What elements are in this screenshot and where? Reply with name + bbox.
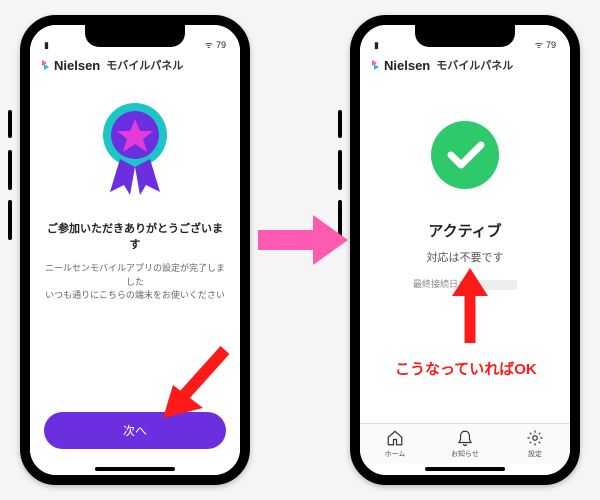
- status-left: ▮: [44, 40, 49, 51]
- status-left: ▮: [374, 40, 379, 51]
- phone-side-button: [8, 200, 12, 240]
- annotation-arrow-icon: [155, 340, 245, 430]
- bell-icon: [456, 429, 474, 447]
- award-badge-icon: [90, 97, 180, 202]
- phone-side-button: [8, 150, 12, 190]
- active-subtitle: 対応は不要です: [427, 249, 504, 265]
- phone-notch: [415, 25, 515, 47]
- tab-label: 設定: [528, 449, 542, 459]
- brand-logo-icon: [40, 59, 52, 71]
- app-title: モバイルパネル: [436, 57, 513, 73]
- tab-label: ホーム: [385, 449, 406, 459]
- home-icon: [386, 429, 404, 447]
- brand-logo-icon: [370, 59, 382, 71]
- thanks-heading: ご参加いただきありがとうございます: [44, 220, 226, 252]
- home-indicator: [30, 463, 240, 475]
- brand-logo: Nielsen: [40, 58, 100, 73]
- phone-side-button: [8, 110, 12, 138]
- gear-icon: [526, 429, 544, 447]
- app-header: Nielsen モバイルパネル: [360, 53, 570, 79]
- checkmark-icon: [429, 119, 501, 196]
- tab-bar: ホーム お知らせ 設定: [360, 423, 570, 463]
- annotation-text: こうなっていればOK: [395, 358, 537, 379]
- brand-name: Nielsen: [54, 58, 100, 73]
- brand-name: Nielsen: [384, 58, 430, 73]
- tab-label: お知らせ: [451, 449, 479, 459]
- brand-logo: Nielsen: [370, 58, 430, 73]
- transition-arrow-icon: [258, 210, 348, 270]
- wifi-icon: ᯤ: [535, 38, 543, 51]
- tab-home[interactable]: ホーム: [360, 424, 430, 463]
- annotation-arrow-icon: [440, 268, 500, 348]
- status-right: ᯤ 79: [205, 38, 226, 51]
- active-heading: アクティブ: [428, 220, 501, 241]
- battery-pct: 79: [546, 40, 556, 50]
- thanks-description: ニールセンモバイルアプリの設定が完了しました いつも通りにこちらの端末をお使いく…: [44, 262, 226, 303]
- status-right: ᯤ 79: [535, 38, 556, 51]
- home-indicator: [360, 463, 570, 475]
- wifi-icon: ᯤ: [205, 38, 213, 51]
- app-header: Nielsen モバイルパネル: [30, 53, 240, 79]
- phone-notch: [85, 25, 185, 47]
- app-title: モバイルパネル: [106, 57, 183, 73]
- phone-side-button: [338, 110, 342, 138]
- tab-settings[interactable]: 設定: [500, 424, 570, 463]
- phone-side-button: [338, 150, 342, 190]
- phone-frame-right: ▮ ᯤ 79 Nielsen モバイルパネル アクティブ: [350, 15, 580, 485]
- battery-pct: 79: [216, 40, 226, 50]
- tab-notice[interactable]: お知らせ: [430, 424, 500, 463]
